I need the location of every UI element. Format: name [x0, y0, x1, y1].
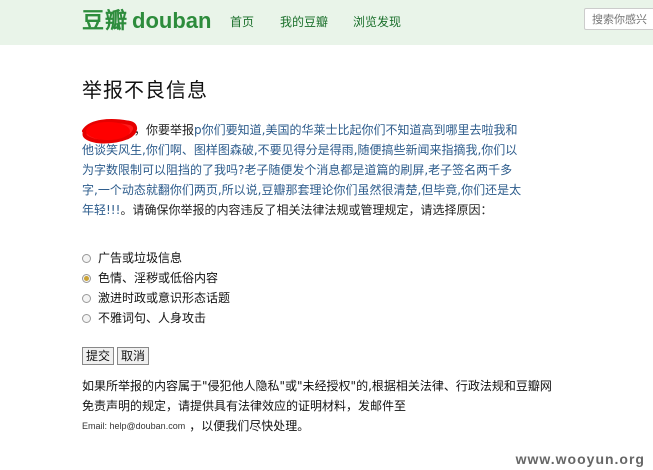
radio-politics[interactable] [82, 293, 91, 303]
contact-email[interactable]: Email: help@douban.com [82, 416, 185, 436]
radio-porn-selected[interactable] [82, 273, 91, 283]
desc-instructions: 。请确保你举报的内容违反了相关法律法规或管理规定，请选择原因： [120, 203, 493, 217]
radio-abuse[interactable] [82, 313, 91, 323]
nav-home[interactable]: 首页 [230, 11, 280, 33]
main-nav: 首页 我的豆瓣 浏览发现 [230, 11, 433, 33]
email-row: Email: help@douban.com ，以便我们尽快处理。 [82, 416, 552, 436]
top-navigation-bar: 豆瓣 douban 首页 我的豆瓣 浏览发现 [0, 0, 653, 45]
watermark: www.wooyun.org [515, 451, 645, 467]
desc-lead: ，你要举报 [134, 123, 195, 137]
search-input[interactable] [584, 8, 653, 30]
logo-chinese-text: 豆瓣 [82, 8, 129, 33]
reason-label: 激进时政或意识形态话题 [98, 291, 231, 305]
page-title: 举报不良信息 [82, 78, 208, 102]
reason-options: 广告或垃圾信息 色情、淫秽或低俗内容 激进时政或意识形态话题 不雅词句、人身攻击 [82, 248, 230, 328]
reason-label: 色情、淫秽或低俗内容 [98, 271, 219, 285]
privacy-note: 如果所举报的内容属于"侵犯他人隐私"或"未经授权"的,根据相关法律、行政法规和豆… [82, 376, 552, 436]
douban-logo[interactable]: 豆瓣 douban [82, 8, 211, 34]
note-text: 如果所举报的内容属于"侵犯他人隐私"或"未经授权"的,根据相关法律、行政法规和豆… [82, 379, 552, 413]
reason-label: 不雅词句、人身攻击 [98, 311, 207, 325]
nav-my-douban[interactable]: 我的豆瓣 [280, 11, 353, 33]
logo-english-text: douban [132, 8, 212, 33]
reason-label: 广告或垃圾信息 [98, 251, 183, 265]
reason-option-ads[interactable]: 广告或垃圾信息 [82, 248, 230, 268]
reason-option-politics[interactable]: 激进时政或意识形态话题 [82, 288, 230, 308]
reason-option-porn[interactable]: 色情、淫秽或低俗内容 [82, 268, 230, 288]
form-buttons: 提交 取消 [82, 347, 150, 365]
radio-ads[interactable] [82, 253, 91, 263]
submit-button[interactable]: 提交 [82, 347, 115, 365]
note-tail: ，以便我们尽快处理。 [189, 419, 310, 433]
report-description: ，你要举报p你们要知道,美国的华莱士比起你们不知道高到哪里去啦我和他谈笑风生,你… [82, 120, 527, 220]
cancel-button[interactable]: 取消 [117, 347, 150, 365]
nav-explore[interactable]: 浏览发现 [353, 11, 433, 33]
reason-option-abuse[interactable]: 不雅词句、人身攻击 [82, 308, 230, 328]
red-scribble-redaction [82, 119, 137, 144]
